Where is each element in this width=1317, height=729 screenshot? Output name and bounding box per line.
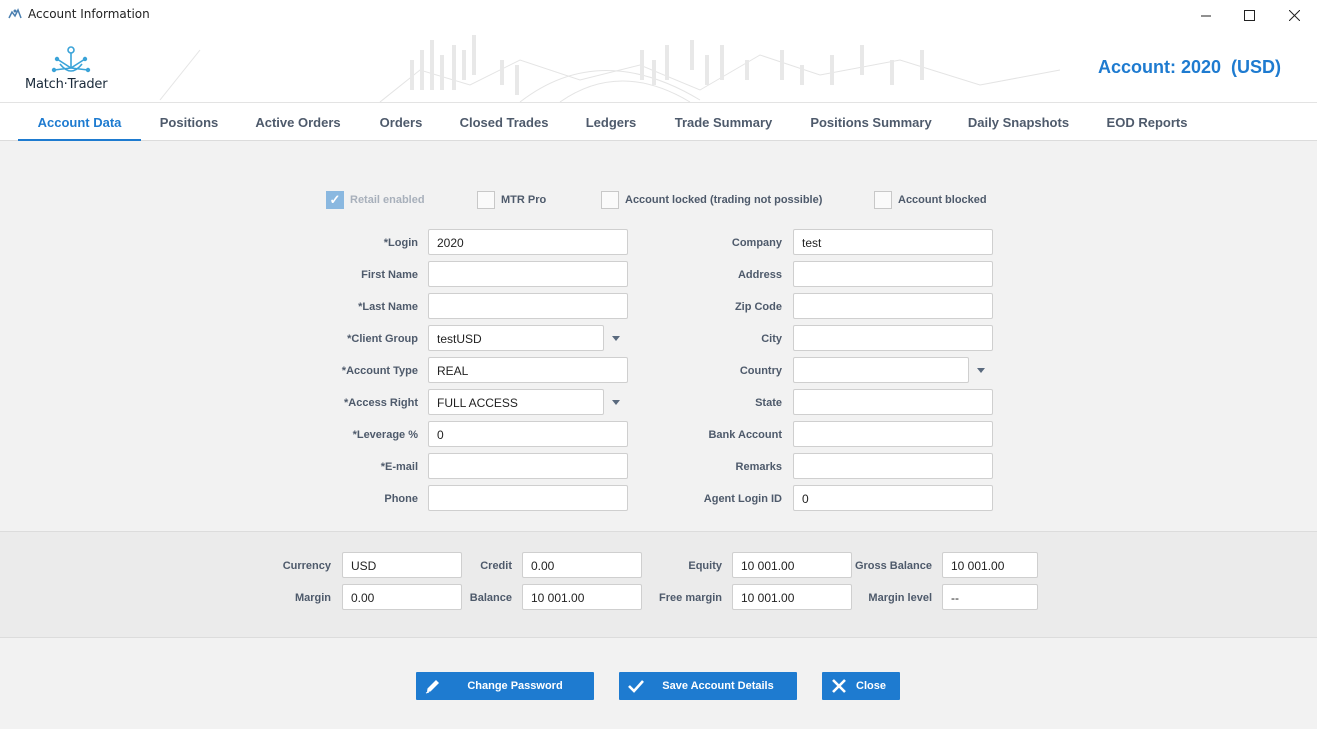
account-locked-checkbox[interactable]: Account locked (trading not possible) bbox=[601, 190, 822, 210]
gross-balance-field: 10 001.00 bbox=[942, 552, 1038, 578]
leverage-field[interactable]: 0 bbox=[428, 421, 628, 447]
bank-account-field[interactable] bbox=[793, 421, 993, 447]
maximize-icon[interactable] bbox=[1226, 0, 1272, 30]
login-field[interactable]: 2020 bbox=[428, 229, 628, 255]
header-banner: Match·Trader Account: 2020 (USD) bbox=[0, 30, 1317, 102]
chevron-down-icon[interactable] bbox=[612, 400, 620, 405]
close-icon[interactable] bbox=[1271, 0, 1317, 30]
tab-positions-summary[interactable]: Positions Summary bbox=[803, 103, 939, 141]
leverage-label: *Leverage % bbox=[352, 429, 418, 441]
first-name-field[interactable] bbox=[428, 261, 628, 287]
account-type-field[interactable]: REAL bbox=[428, 357, 628, 383]
window-title: Account Information bbox=[28, 7, 150, 21]
tab-daily-snapshots[interactable]: Daily Snapshots bbox=[960, 103, 1077, 141]
checkmark-icon: ✓ bbox=[326, 191, 344, 209]
remarks-label: Remarks bbox=[735, 461, 782, 473]
chevron-down-icon[interactable] bbox=[612, 336, 620, 341]
tab-account-data[interactable]: Account Data bbox=[18, 103, 141, 142]
account-type-label: *Account Type bbox=[341, 365, 418, 377]
city-field[interactable] bbox=[793, 325, 993, 351]
last-name-field[interactable] bbox=[428, 293, 628, 319]
mtr-pro-label: MTR Pro bbox=[501, 194, 547, 206]
address-label: Address bbox=[737, 269, 782, 281]
client-group-select[interactable]: testUSD bbox=[428, 325, 604, 351]
tab-eod-reports[interactable]: EOD Reports bbox=[1097, 103, 1197, 141]
change-password-label: Change Password bbox=[467, 680, 563, 692]
checkbox-box bbox=[874, 191, 892, 209]
balance-field: 10 001.00 bbox=[522, 584, 642, 610]
city-label: City bbox=[761, 333, 782, 345]
account-summary-panel bbox=[0, 531, 1317, 638]
margin-field: 0.00 bbox=[342, 584, 462, 610]
credit-field: 0.00 bbox=[522, 552, 642, 578]
phone-field[interactable] bbox=[428, 485, 628, 511]
equity-field: 10 001.00 bbox=[732, 552, 852, 578]
login-label: *Login bbox=[383, 237, 418, 249]
window-titlebar: Account Information bbox=[0, 0, 1317, 30]
country-select[interactable] bbox=[793, 357, 969, 383]
close-icon bbox=[832, 679, 846, 693]
checkbox-box bbox=[477, 191, 495, 209]
save-account-details-button[interactable]: Save Account Details bbox=[619, 672, 797, 700]
currency-label: Currency bbox=[282, 560, 331, 572]
currency-field: USD bbox=[342, 552, 462, 578]
access-right-label: *Access Right bbox=[344, 397, 418, 409]
checkmark-icon bbox=[628, 680, 644, 693]
credit-label: Credit bbox=[480, 560, 512, 572]
agent-login-id-field[interactable]: 0 bbox=[793, 485, 993, 511]
agent-login-id-label: Agent Login ID bbox=[703, 493, 782, 505]
retail-enabled-label: Retail enabled bbox=[350, 194, 425, 206]
save-account-details-label: Save Account Details bbox=[662, 680, 774, 692]
zip-code-label: Zip Code bbox=[734, 301, 782, 313]
gross-balance-label: Gross Balance bbox=[854, 560, 932, 572]
bank-account-label: Bank Account bbox=[708, 429, 782, 441]
chevron-down-icon[interactable] bbox=[977, 368, 985, 373]
account-blocked-label: Account blocked bbox=[898, 194, 987, 206]
address-field[interactable] bbox=[793, 261, 993, 287]
checkbox-box bbox=[601, 191, 619, 209]
email-field[interactable] bbox=[428, 453, 628, 479]
margin-level-field: -- bbox=[942, 584, 1038, 610]
app-logo-icon bbox=[8, 8, 22, 19]
account-blocked-checkbox[interactable]: Account blocked bbox=[874, 190, 987, 210]
last-name-label: *Last Name bbox=[358, 301, 418, 313]
zip-code-field[interactable] bbox=[793, 293, 993, 319]
tab-trade-summary[interactable]: Trade Summary bbox=[666, 103, 781, 141]
phone-label: Phone bbox=[384, 493, 418, 505]
margin-level-label: Margin level bbox=[868, 592, 932, 604]
tab-ledgers[interactable]: Ledgers bbox=[577, 103, 645, 141]
tab-positions[interactable]: Positions bbox=[150, 103, 228, 141]
change-password-button[interactable]: Change Password bbox=[416, 672, 594, 700]
first-name-label: First Name bbox=[361, 269, 418, 281]
mtr-pro-checkbox[interactable]: MTR Pro bbox=[477, 190, 546, 210]
country-label: Country bbox=[739, 365, 782, 377]
tab-orders[interactable]: Orders bbox=[370, 103, 432, 141]
logo-text: Match·Trader bbox=[25, 77, 108, 92]
free-margin-field: 10 001.00 bbox=[732, 584, 852, 610]
free-margin-label: Free margin bbox=[659, 592, 722, 604]
pencil-icon bbox=[425, 680, 439, 694]
tab-bar: Account Data Positions Active Orders Ord… bbox=[0, 102, 1317, 142]
access-right-select[interactable]: FULL ACCESS bbox=[428, 389, 604, 415]
retail-enabled-checkbox[interactable]: ✓ Retail enabled bbox=[326, 190, 425, 210]
balance-label: Balance bbox=[469, 592, 512, 604]
account-title: Account: 2020 (USD) bbox=[1097, 57, 1281, 77]
remarks-field[interactable] bbox=[793, 453, 993, 479]
company-field[interactable]: test bbox=[793, 229, 993, 255]
company-label: Company bbox=[731, 237, 782, 249]
close-button[interactable]: Close bbox=[822, 672, 900, 700]
email-label: *E-mail bbox=[380, 461, 418, 473]
margin-label: Margin bbox=[294, 592, 331, 604]
client-group-label: *Client Group bbox=[347, 333, 418, 345]
tab-active-orders[interactable]: Active Orders bbox=[248, 103, 348, 141]
state-label: State bbox=[755, 397, 782, 409]
account-locked-label: Account locked (trading not possible) bbox=[625, 194, 823, 206]
minimize-icon[interactable] bbox=[1183, 0, 1229, 30]
state-field[interactable] bbox=[793, 389, 993, 415]
tab-closed-trades[interactable]: Closed Trades bbox=[452, 103, 556, 141]
equity-label: Equity bbox=[688, 560, 722, 572]
